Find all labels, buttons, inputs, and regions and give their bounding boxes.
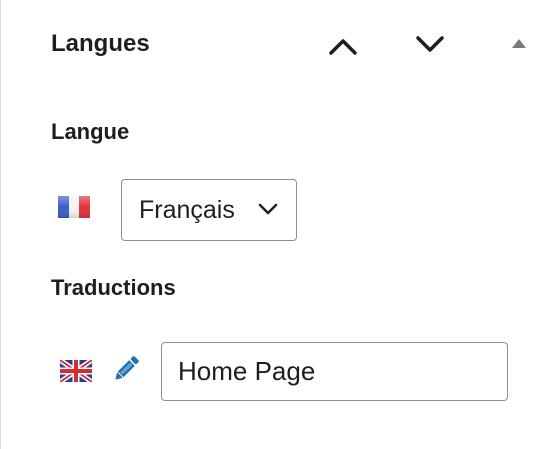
translations-label: Traductions — [51, 275, 176, 300]
chevron-down-icon — [416, 36, 444, 52]
france-flag-icon — [58, 196, 90, 218]
language-select[interactable]: Français — [121, 179, 297, 241]
language-select-value: Français — [139, 195, 235, 224]
panel-title: Langues — [51, 30, 150, 57]
language-label: Langue — [51, 119, 130, 144]
move-down-button[interactable] — [410, 26, 450, 62]
move-up-button[interactable] — [323, 28, 363, 64]
translation-input-english[interactable] — [161, 342, 508, 401]
chevron-up-icon — [329, 39, 357, 55]
united-kingdom-flag-icon — [60, 360, 92, 382]
pencil-icon[interactable] — [109, 352, 143, 386]
triangle-up-icon — [512, 39, 526, 48]
toggle-panel-button[interactable] — [505, 30, 533, 56]
chevron-down-icon — [258, 203, 278, 215]
languages-panel: Langues Langue Français Traductions Home… — [0, 0, 554, 449]
